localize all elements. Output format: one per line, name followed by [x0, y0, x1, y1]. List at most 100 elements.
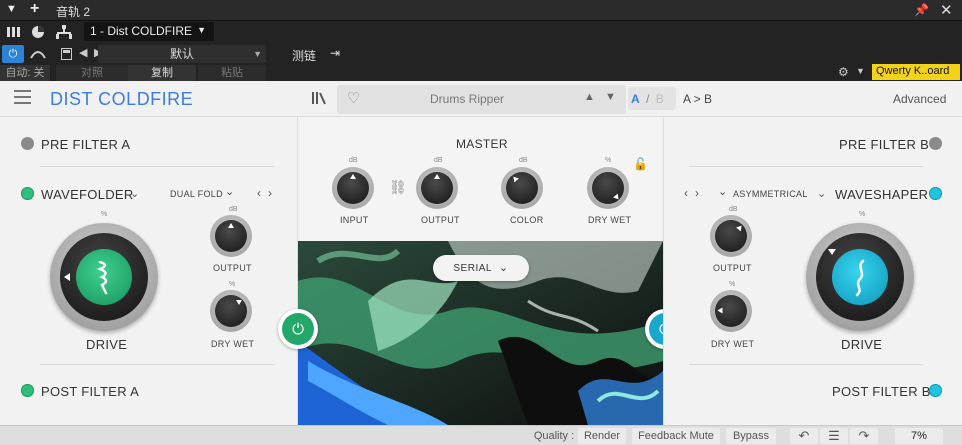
drive-knob-b[interactable]	[806, 223, 914, 331]
pin-icon[interactable]: 📌	[914, 3, 929, 17]
master-output-knob[interactable]	[416, 167, 458, 209]
ab-b-label[interactable]: B	[656, 92, 664, 106]
menu-icon[interactable]	[14, 90, 31, 104]
bypass-button[interactable]: Bypass	[726, 428, 776, 444]
previous-preset-icon[interactable]: ▲	[584, 91, 595, 103]
divider	[40, 364, 274, 365]
drywet-label-a: DRY WET	[211, 339, 255, 349]
automation-off-button[interactable]: 自动: 关	[0, 65, 50, 81]
copy-a-to-b-button[interactable]: A > B	[683, 92, 712, 106]
color-knob[interactable]	[501, 167, 543, 209]
routing-label: SERIAL	[453, 263, 492, 274]
waveshape-icon	[855, 259, 865, 297]
routing-icon[interactable]	[54, 22, 74, 42]
master-drywet-knob[interactable]	[587, 167, 629, 209]
sidechain-label: 测链	[292, 49, 317, 63]
quality-label: Quality :	[533, 430, 575, 442]
drive-knob-a[interactable]	[50, 223, 158, 331]
chevron-down-icon[interactable]: ⌄	[130, 187, 140, 200]
plugin-selector[interactable]: 1 - Dist COLDFIRE ▼	[84, 22, 214, 41]
mixer-icon[interactable]	[4, 22, 24, 42]
next-preset-icon[interactable]: ▼	[605, 91, 616, 103]
meter-icon[interactable]	[28, 22, 48, 42]
list-icon[interactable]: ☰	[820, 428, 848, 444]
add-icon[interactable]: +	[30, 0, 39, 18]
preset-file-icon[interactable]	[56, 44, 76, 64]
host-preset-label: 默认	[169, 47, 194, 61]
color-label: COLOR	[510, 215, 544, 225]
fold-mode-selector[interactable]: DUAL FOLD	[170, 189, 223, 199]
qwerty-keyboard-button[interactable]: Qwerty K..oard	[872, 64, 960, 80]
channel-a-power-button[interactable]: ⏻	[278, 309, 318, 349]
output-label-b: OUTPUT	[713, 263, 752, 273]
post-filter-b-toggle[interactable]	[929, 384, 942, 397]
chevron-down-icon[interactable]: ⌄	[817, 187, 827, 200]
output-unit-b: dB	[729, 206, 738, 213]
library-icon[interactable]	[311, 90, 327, 109]
feedback-mute-button[interactable]: Feedback Mute	[632, 428, 720, 444]
routing-selector[interactable]: SERIAL ⌄	[433, 255, 529, 281]
knob-indicator	[828, 249, 836, 255]
waveshaper-toggle[interactable]	[929, 187, 942, 200]
knob-indicator	[511, 174, 519, 183]
drive-label-b: DRIVE	[841, 337, 883, 352]
wavefold-icon	[96, 260, 108, 295]
drive-label-a: DRIVE	[86, 337, 128, 352]
gear-icon[interactable]: ⚙	[838, 65, 849, 79]
automation-icon[interactable]	[28, 44, 48, 64]
wavefolder-core	[76, 249, 132, 305]
waveshaper-label[interactable]: WAVESHAPER	[835, 187, 928, 202]
chevron-down-icon[interactable]: ⌄	[225, 185, 235, 198]
pre-filter-a-label[interactable]: PRE FILTER A	[41, 137, 130, 152]
shaper-mode-selector[interactable]: ASYMMETRICAL	[733, 189, 808, 199]
knob-indicator	[717, 307, 723, 314]
output-knob-a[interactable]	[210, 215, 252, 257]
window-menu-icon[interactable]: ▼	[6, 3, 17, 15]
knob-indicator	[228, 223, 234, 228]
undo-icon[interactable]: ↶	[790, 428, 818, 444]
output-knob-b[interactable]	[710, 215, 752, 257]
render-button[interactable]: Render	[578, 428, 626, 444]
pre-filter-b-label[interactable]: PRE FILTER B	[839, 137, 929, 152]
wavefolder-toggle[interactable]	[21, 187, 34, 200]
pre-filter-a-toggle[interactable]	[21, 137, 34, 150]
drywet-knob-b[interactable]	[710, 290, 752, 332]
input-unit: dB	[349, 157, 358, 164]
paste-button[interactable]: 粘贴	[198, 65, 266, 81]
sidechain-button[interactable]: 测链 ⇥	[288, 45, 352, 63]
post-filter-a-label[interactable]: POST FILTER A	[41, 384, 139, 399]
close-icon[interactable]: ✕	[940, 1, 953, 19]
post-filter-a-toggle[interactable]	[21, 384, 34, 397]
link-icon[interactable]: ⛓	[389, 179, 407, 196]
host-power-button[interactable]: ⏻	[2, 45, 24, 63]
copy-button[interactable]: 复制	[128, 65, 196, 81]
master-drywet-label: DRY WET	[588, 215, 632, 225]
redo-icon[interactable]: ↷	[850, 428, 878, 444]
chevron-down-icon: ⌄	[498, 262, 509, 274]
power-icon: ⏻	[8, 47, 18, 60]
sidechain-icon: ⇥	[330, 46, 341, 60]
next-module-icon[interactable]: ›	[695, 186, 699, 200]
lock-icon[interactable]: 🔓	[633, 157, 648, 171]
status-bar: Quality : Render Feedback Mute Bypass ↶ …	[0, 425, 962, 445]
post-filter-b-label[interactable]: POST FILTER B	[832, 384, 931, 399]
advanced-button[interactable]: Advanced	[893, 92, 946, 106]
preset-browser[interactable]: ♡ Drums Ripper ▲ ▼	[337, 85, 626, 114]
host-preset-selector[interactable]: 默认 ▼	[98, 45, 266, 63]
previous-module-icon[interactable]: ‹	[257, 186, 261, 200]
ab-a-label[interactable]: A	[631, 92, 640, 106]
pre-filter-b-toggle[interactable]	[929, 137, 942, 150]
next-module-icon[interactable]: ›	[268, 186, 272, 200]
drywet-knob-a[interactable]	[210, 290, 252, 332]
master-output-label: OUTPUT	[421, 215, 460, 225]
chevron-down-icon[interactable]: ▼	[856, 66, 865, 76]
previous-preset-icon[interactable]: ◀	[79, 46, 87, 59]
wavefolder-label[interactable]: WAVEFOLDER	[41, 187, 134, 202]
previous-module-icon[interactable]: ‹	[684, 186, 688, 200]
chevron-down-icon[interactable]: ⌄	[718, 185, 728, 198]
compare-button[interactable]: 对照	[56, 65, 128, 81]
left-channel-panel: PRE FILTER A WAVEFOLDER ⌄ DUAL FOLD ⌄ ‹ …	[0, 117, 298, 425]
input-knob[interactable]	[332, 167, 374, 209]
knob-indicator	[736, 223, 744, 232]
plugin-window: DIST COLDFIRE ♡ Drums Ripper ▲ ▼ A / B A…	[0, 81, 962, 425]
